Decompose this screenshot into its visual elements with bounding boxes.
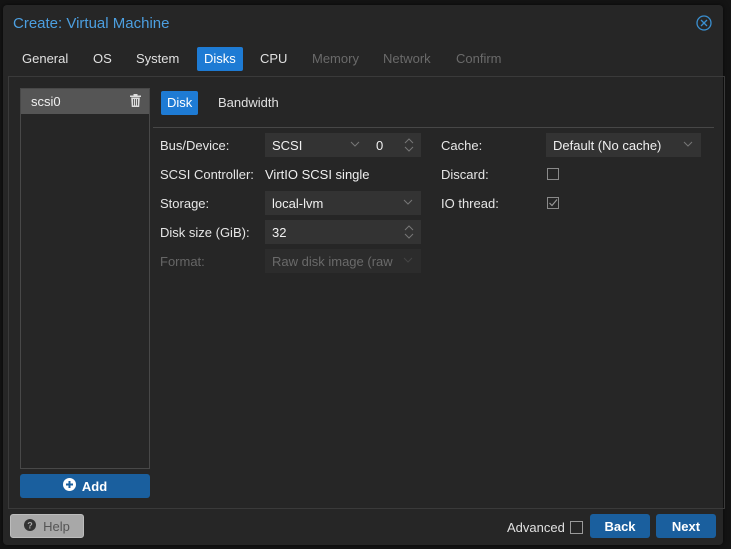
io-thread-checkbox[interactable] bbox=[547, 197, 559, 209]
device-value: 0 bbox=[376, 137, 384, 153]
spinner-icon[interactable] bbox=[404, 136, 414, 154]
tab-memory: Memory bbox=[312, 51, 359, 66]
checkmark-icon bbox=[549, 199, 558, 207]
format-label: Format: bbox=[160, 254, 205, 269]
back-button[interactable]: Back bbox=[590, 514, 650, 538]
advanced-checkbox[interactable] bbox=[570, 521, 583, 534]
bus-value: SCSI bbox=[272, 137, 303, 153]
spinner-icon[interactable] bbox=[404, 223, 414, 241]
discard-label: Discard: bbox=[441, 167, 489, 182]
bus-device-label: Bus/Device: bbox=[160, 138, 230, 153]
format-value: Raw disk image (raw bbox=[272, 253, 393, 269]
trash-icon[interactable] bbox=[130, 93, 141, 110]
io-thread-label: IO thread: bbox=[441, 196, 499, 211]
scsi-controller-label: SCSI Controller: bbox=[160, 167, 254, 182]
help-button[interactable]: ? Help bbox=[10, 514, 84, 538]
tab-os[interactable]: OS bbox=[86, 47, 119, 71]
disk-size-label: Disk size (GiB): bbox=[160, 225, 250, 240]
svg-text:?: ? bbox=[27, 520, 33, 530]
subtabs-divider bbox=[153, 127, 714, 128]
storage-value: local-lvm bbox=[272, 195, 324, 211]
discard-checkbox[interactable] bbox=[547, 168, 559, 180]
add-disk-label: Add bbox=[81, 478, 108, 494]
create-vm-dialog: Create: Virtual Machine General OS Syste… bbox=[3, 5, 725, 545]
subtab-bandwidth[interactable]: Bandwidth bbox=[212, 91, 285, 115]
chevron-down-icon bbox=[403, 257, 413, 263]
cache-label: Cache: bbox=[441, 138, 483, 153]
storage-select[interactable]: local-lvm bbox=[265, 191, 421, 215]
disk-size-input[interactable]: 32 bbox=[265, 220, 421, 244]
chevron-down-icon bbox=[683, 141, 693, 147]
disk-list: scsi0 bbox=[20, 88, 150, 469]
tab-disks[interactable]: Disks bbox=[197, 47, 243, 71]
question-circle-icon: ? bbox=[24, 518, 37, 534]
subtab-disk[interactable]: Disk bbox=[161, 91, 199, 115]
device-number-input[interactable]: 0 bbox=[368, 133, 421, 157]
format-select: Raw disk image (raw bbox=[265, 249, 421, 273]
plus-circle-icon bbox=[62, 478, 76, 494]
cache-select[interactable]: Default (No cache) bbox=[546, 133, 701, 157]
advanced-label: Advanced bbox=[507, 520, 565, 535]
chevron-down-icon bbox=[403, 199, 413, 205]
close-icon[interactable] bbox=[696, 15, 712, 31]
dialog-title: Create: Virtual Machine bbox=[13, 15, 170, 32]
next-button[interactable]: Next bbox=[656, 514, 716, 538]
disk-list-item-label: scsi0 bbox=[31, 94, 61, 109]
bus-select[interactable]: SCSI bbox=[265, 133, 368, 157]
chevron-down-icon bbox=[350, 141, 360, 147]
tab-confirm: Confirm bbox=[456, 51, 502, 66]
help-label: Help bbox=[43, 518, 70, 534]
add-disk-button[interactable]: Add bbox=[20, 474, 150, 498]
tab-general[interactable]: General bbox=[15, 47, 75, 71]
scsi-controller-value: VirtIO SCSI single bbox=[265, 167, 370, 182]
disk-size-value: 32 bbox=[272, 224, 287, 240]
disk-list-item[interactable]: scsi0 bbox=[21, 89, 149, 114]
dialog-footer: ? Help Advanced Back Next bbox=[3, 510, 723, 545]
storage-label: Storage: bbox=[160, 196, 210, 211]
tab-network: Network bbox=[383, 51, 431, 66]
tab-system[interactable]: System bbox=[129, 47, 186, 71]
cache-value: Default (No cache) bbox=[553, 137, 662, 153]
tab-cpu[interactable]: CPU bbox=[253, 47, 294, 71]
